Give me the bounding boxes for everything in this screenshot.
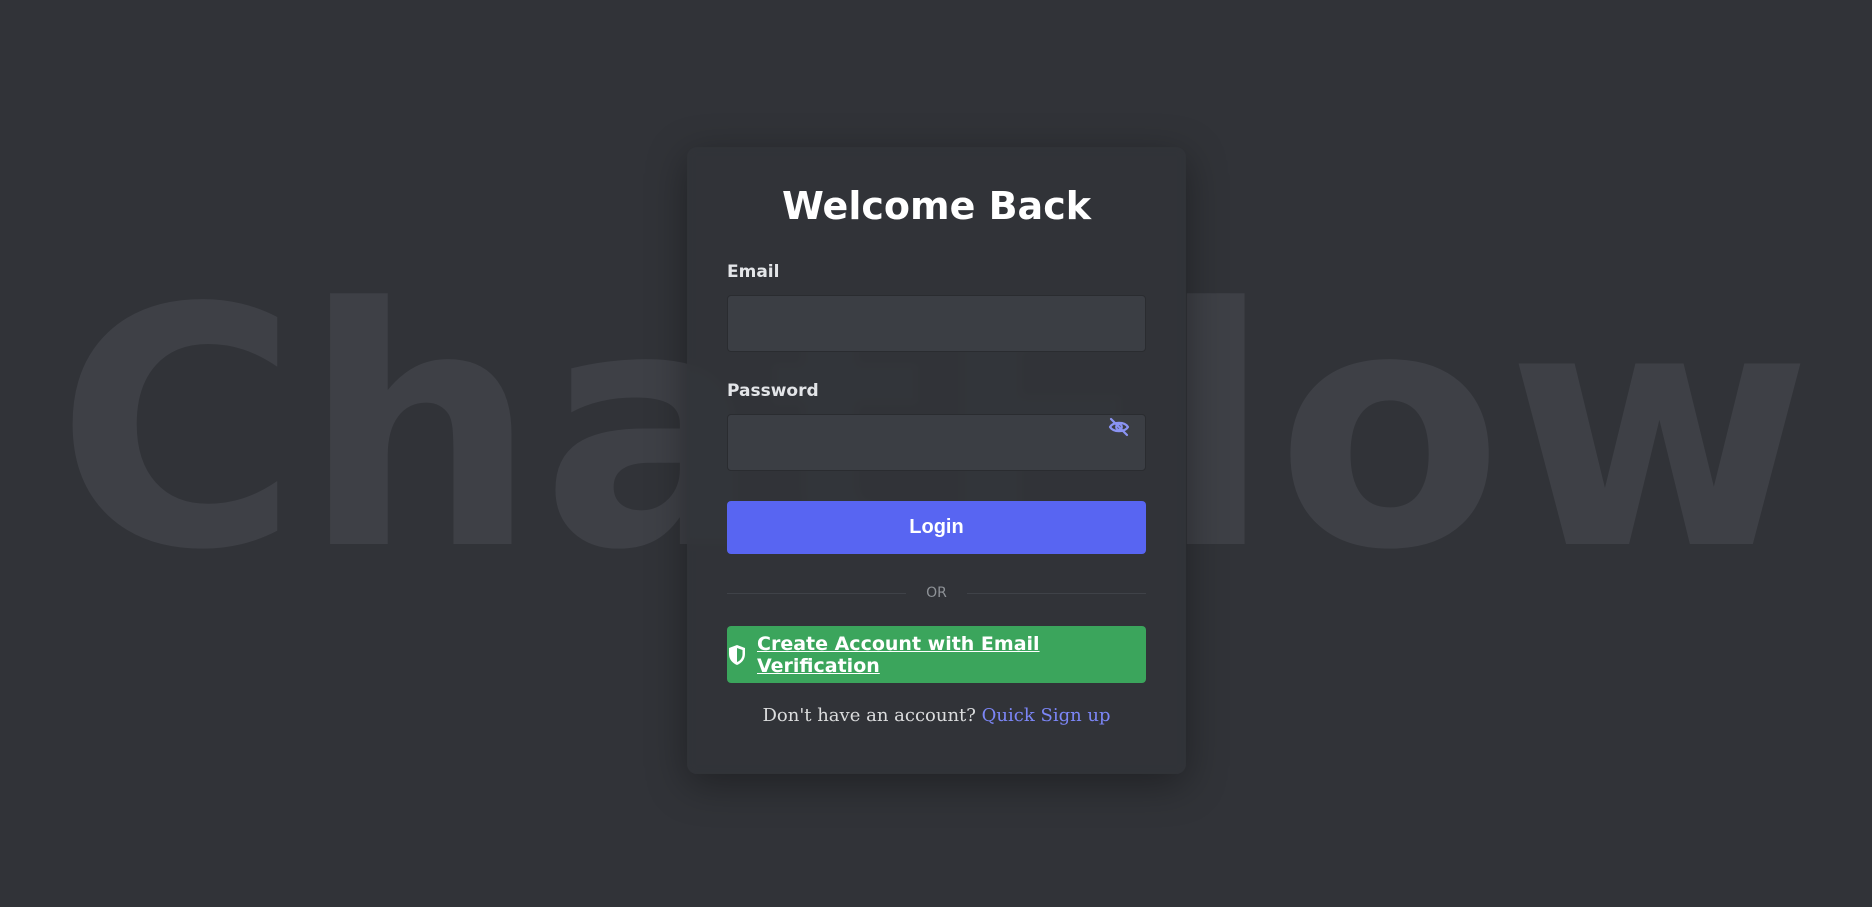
email-label: Email [727,262,780,282]
signup-prompt: Don't have an account? [762,705,976,726]
email-field-wrapper [727,295,1146,352]
password-field-wrapper [727,414,1146,471]
or-divider: OR [727,584,1146,602]
password-field[interactable] [727,414,1146,471]
divider-line-left [727,592,907,594]
quick-signup-link[interactable]: Quick Sign up [982,705,1111,726]
login-card: Welcome Back Email Password Login OR Cre… [687,147,1186,774]
login-page: ChatFlow Welcome Back Email Password Log… [0,0,1872,907]
page-title: Welcome Back [782,184,1091,228]
login-button[interactable]: Login [727,501,1146,554]
create-account-verification-label: Create Account with Email Verification [757,632,1040,677]
shield-icon [727,644,747,666]
eye-slash-icon[interactable] [1106,414,1132,440]
password-label: Password [727,381,819,401]
create-account-verification-button[interactable]: Create Account with Email Verification [727,626,1146,683]
email-field[interactable] [727,295,1146,352]
divider-text: OR [926,585,947,601]
divider-line-right [966,592,1146,594]
signup-row: Don't have an account? Quick Sign up [727,705,1146,726]
